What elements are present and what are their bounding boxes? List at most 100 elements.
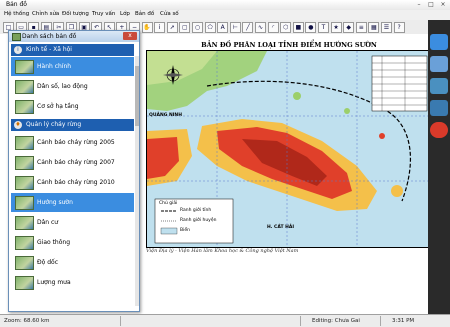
map-thumbnail-icon xyxy=(15,256,34,270)
category-kinh-te-xa-hoi[interactable]: i Kinh tế - Xã hội xyxy=(11,44,134,56)
label-cat-hai: H. CÁT HẢI xyxy=(267,225,295,230)
pan-icon[interactable]: ✋ xyxy=(141,22,153,33)
select-circle-icon[interactable]: ○ xyxy=(192,22,203,33)
globe-icon[interactable] xyxy=(430,78,448,94)
status-editing: Editing: Chưa Gai xyxy=(312,318,360,324)
minimize-button[interactable]: – xyxy=(414,1,424,8)
node-icon[interactable]: ◆ xyxy=(343,22,355,33)
close-button[interactable]: × xyxy=(438,1,448,8)
list-item-canh-bao-2005[interactable]: Cảnh báo cháy rừng 2005 xyxy=(11,133,134,152)
list-item-label: Cảnh báo cháy rừng 2010 xyxy=(37,179,115,186)
select-icon[interactable]: ➚ xyxy=(166,22,178,33)
list-item-label: Dân số, lao động xyxy=(37,83,88,90)
status-bar: Zoom: 68.60 km Editing: Chưa Gai 3:31 PM xyxy=(0,314,450,327)
list-item-canh-bao-2007[interactable]: Cảnh báo cháy rừng 2007 xyxy=(11,153,134,172)
panel-title: Danh sách bản đồ xyxy=(22,33,77,40)
info-icon[interactable]: i xyxy=(154,22,166,33)
status-divider xyxy=(300,316,301,326)
map-icon[interactable] xyxy=(430,100,448,116)
layer-icon[interactable]: ≡ xyxy=(355,22,367,33)
power-icon[interactable] xyxy=(430,122,448,138)
map-thumbnail-icon xyxy=(15,60,34,74)
map-thumbnail-icon xyxy=(15,136,34,150)
info-table xyxy=(371,55,428,112)
category-label: Quản lý cháy rừng xyxy=(26,121,82,128)
tools-icon[interactable] xyxy=(430,34,448,50)
panel-titlebar: Danh sách bản đồ x xyxy=(9,31,139,42)
legend-item-1: Ranh giới tỉnh xyxy=(180,208,212,213)
list-item-do-doc[interactable]: Độ dốc xyxy=(11,253,134,272)
status-divider xyxy=(120,316,121,326)
category-label: Kinh tế - Xã hội xyxy=(26,46,72,53)
list-item-label: Dân cư xyxy=(37,219,59,226)
polyline-icon[interactable]: ∿ xyxy=(255,22,266,33)
map-thumbnail-icon xyxy=(15,156,34,170)
list-item-label: Cơ sở hạ tầng xyxy=(37,103,79,110)
panel-scrollbar[interactable] xyxy=(135,56,139,306)
map-icon[interactable]: ▦ xyxy=(368,22,380,33)
list-item-luong-mua[interactable]: Lượng mưa xyxy=(11,273,134,292)
legend-icon[interactable]: ☰ xyxy=(381,22,392,33)
menu-doi-tuong[interactable]: Đối tượng xyxy=(62,11,89,17)
menu-lop[interactable]: Lớp xyxy=(120,11,130,17)
map-credit: Viện Địa lý - Viện Hàn lâm Khoa học & Cô… xyxy=(146,248,299,254)
arc-icon[interactable]: ◜ xyxy=(267,22,279,33)
menu-truy-van[interactable]: Truy vấn xyxy=(92,11,115,17)
map-thumbnail-icon xyxy=(15,236,34,250)
menu-chinh-sua[interactable]: Chỉnh sửa xyxy=(32,11,59,17)
status-time: 3:31 PM xyxy=(392,318,415,324)
list-item-label: Cảnh báo cháy rừng 2005 xyxy=(37,139,115,146)
line-icon[interactable]: ╱ xyxy=(242,22,254,33)
status-zoom: Zoom: 68.60 km xyxy=(4,318,50,324)
map-thumbnail-icon xyxy=(15,276,34,290)
list-item-label: Độ dốc xyxy=(37,259,59,266)
symbol-icon[interactable]: ★ xyxy=(330,22,342,33)
list-item-co-so-ha-tang[interactable]: Cơ sở hạ tầng xyxy=(11,97,134,116)
map-thumbnail-icon xyxy=(15,216,34,230)
legend-title: Chú giải xyxy=(159,201,178,206)
ellipse-icon[interactable]: ● xyxy=(305,22,317,33)
map-thumbnail-icon xyxy=(15,196,34,210)
scrollbar-thumb[interactable] xyxy=(135,66,139,126)
list-item-label: Hướng sườn xyxy=(37,199,73,206)
map-thumbnail-icon xyxy=(15,100,34,114)
menu-he-thong[interactable]: Hệ thống xyxy=(4,11,29,17)
list-item-dan-so[interactable]: Dân số, lao động xyxy=(11,77,134,96)
menu-cua-so[interactable]: Cửa số xyxy=(160,11,179,17)
status-divider xyxy=(380,316,381,326)
menu-ban-do[interactable]: Bản đồ xyxy=(135,11,154,17)
right-toolbar xyxy=(428,20,450,314)
list-item-label: Cảnh báo cháy rừng 2007 xyxy=(37,159,115,166)
ruler-icon[interactable]: ⊢ xyxy=(229,22,241,33)
help-icon[interactable]: ? xyxy=(393,22,405,33)
rectangle-icon[interactable]: ■ xyxy=(292,22,304,33)
list-item-dan-cu[interactable]: Dân cư xyxy=(11,213,134,232)
legend-item-3: Biển xyxy=(180,228,190,233)
polygon-icon[interactable]: ⬡ xyxy=(280,22,292,33)
map-title: BẢN ĐỒ PHÂN LOẠI TỈNH ĐIỂM HƯỚNG SƯỜN xyxy=(201,41,377,49)
list-item-canh-bao-2010[interactable]: Cảnh báo cháy rừng 2010 xyxy=(11,173,134,192)
map-frame[interactable]: BẢN ĐỒ PHÂN LOẠI TỈNH ĐIỂM HƯỚNG SƯỜN QU… xyxy=(146,41,432,248)
legend-item-2: Ranh giới huyện xyxy=(180,218,217,223)
map-thumbnail-icon xyxy=(15,80,34,94)
fire-icon: ♦ xyxy=(14,121,22,129)
panel-close-button[interactable]: x xyxy=(123,32,137,40)
text-icon[interactable]: T xyxy=(318,22,329,33)
layers-icon[interactable] xyxy=(430,56,448,72)
select-poly-icon[interactable]: ⬠ xyxy=(204,22,216,33)
list-item-label: Lượng mưa xyxy=(37,279,71,286)
list-item-giao-thong[interactable]: Giao thông xyxy=(11,233,134,252)
menu-bar: Hệ thống Chỉnh sửa Đối tượng Truy vấn Lớ… xyxy=(0,10,450,20)
map-thumbnail-icon xyxy=(15,176,34,190)
label-icon[interactable]: A xyxy=(217,22,229,33)
list-item-hanh-chinh[interactable]: Hành chính xyxy=(11,57,134,76)
category-quan-ly-chay-rung[interactable]: ♦ Quản lý cháy rừng xyxy=(11,119,134,131)
select-rect-icon[interactable]: ▢ xyxy=(179,22,191,33)
label-quang-ninh: QUẢNG NINH xyxy=(149,113,182,118)
map-list-panel: Danh sách bản đồ x i Kinh tế - Xã hội Hà… xyxy=(8,30,140,312)
maximize-button[interactable]: □ xyxy=(426,1,436,8)
map-list-icon xyxy=(12,33,21,41)
list-item-huong-suon[interactable]: Hướng sườn xyxy=(11,193,134,212)
list-item-label: Giao thông xyxy=(37,239,71,246)
info-icon: i xyxy=(14,46,22,54)
